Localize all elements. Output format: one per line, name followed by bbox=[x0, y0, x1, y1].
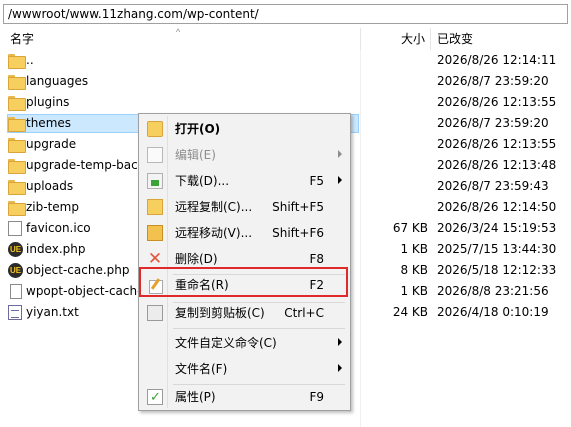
folder-icon bbox=[8, 116, 26, 132]
file-name: languages bbox=[26, 74, 89, 88]
file-modified: 2026/5/18 12:12:33 bbox=[437, 263, 557, 277]
file-name: object-cache.php bbox=[26, 263, 130, 277]
file-name: upgrade-temp-bac bbox=[26, 158, 138, 172]
file-size: 67 KB bbox=[392, 221, 428, 235]
file-name: themes bbox=[26, 116, 72, 130]
file-row[interactable]: plugins 2026/8/26 12:13:55 bbox=[0, 92, 571, 113]
file-icon bbox=[8, 284, 24, 299]
file-size: 8 KB bbox=[400, 263, 428, 277]
file-name: yiyan.txt bbox=[26, 305, 79, 319]
folder-icon bbox=[8, 200, 26, 216]
edit-icon bbox=[147, 147, 163, 163]
file-modified: 2026/8/7 23:59:43 bbox=[437, 179, 549, 193]
file-size: 1 KB bbox=[400, 284, 428, 298]
parent-folder-icon bbox=[8, 53, 26, 69]
file-size: 1 KB bbox=[400, 242, 428, 256]
file-modified: 2026/8/26 12:13:48 bbox=[437, 158, 557, 172]
php-file-icon: UE bbox=[8, 263, 24, 278]
file-name: favicon.ico bbox=[26, 221, 91, 235]
menu-item-edit[interactable]: 编辑(E) bbox=[141, 142, 348, 168]
folder-icon bbox=[8, 179, 26, 195]
file-name: upgrade bbox=[26, 137, 77, 151]
download-icon bbox=[147, 173, 163, 189]
folder-icon bbox=[8, 137, 26, 153]
file-row[interactable]: languages 2026/8/7 23:59:20 bbox=[0, 71, 571, 92]
path-bar[interactable]: /wwwroot/www.11zhang.com/wp-content/ bbox=[3, 4, 568, 24]
file-modified: 2026/4/18 0:10:19 bbox=[437, 305, 549, 319]
menu-item-custom-commands[interactable]: 文件自定义命令(C) bbox=[141, 330, 348, 356]
file-name: wpopt-object-cache bbox=[26, 284, 145, 298]
rename-highlight-box bbox=[139, 267, 348, 297]
submenu-arrow-icon bbox=[338, 176, 342, 184]
file-modified: 2026/8/26 12:13:55 bbox=[437, 137, 557, 151]
menu-item-file-names[interactable]: 文件名(F) bbox=[141, 356, 348, 382]
folder-icon bbox=[8, 95, 26, 111]
menu-item-remote-move[interactable]: 远程移动(V)... Shift+F6 bbox=[141, 220, 348, 246]
menu-item-open[interactable]: 打开(O) bbox=[141, 116, 348, 142]
file-modified: 2026/8/7 23:59:20 bbox=[437, 116, 549, 130]
menu-item-properties[interactable]: 属性(P) F9 bbox=[141, 384, 348, 410]
favicon-file-icon bbox=[8, 221, 24, 236]
open-icon bbox=[147, 121, 163, 137]
submenu-arrow-icon bbox=[338, 364, 342, 372]
file-modified: 2026/3/24 15:19:53 bbox=[437, 221, 557, 235]
file-name: plugins bbox=[26, 95, 70, 109]
file-name: .. bbox=[26, 53, 34, 67]
clipboard-icon bbox=[147, 305, 163, 321]
column-size-header[interactable]: 大小 bbox=[401, 28, 425, 50]
context-menu: 打开(O) 编辑(E) 下载(D)... F5 远程复制(C)... Shift… bbox=[138, 113, 351, 411]
file-row[interactable]: .. 2026/8/26 12:14:11 bbox=[0, 50, 571, 71]
remote-move-icon bbox=[147, 225, 163, 241]
file-name: index.php bbox=[26, 242, 86, 256]
menu-item-download[interactable]: 下载(D)... F5 bbox=[141, 168, 348, 194]
column-header: 名字 ^ 大小 已改变 bbox=[0, 28, 571, 50]
menu-item-copy-to-clipboard[interactable]: 复制到剪贴板(C) Ctrl+C bbox=[141, 300, 348, 326]
file-modified: 2025/7/15 13:44:30 bbox=[437, 242, 557, 256]
file-modified: 2026/8/26 12:13:55 bbox=[437, 95, 557, 109]
menu-item-remote-copy[interactable]: 远程复制(C)... Shift+F5 bbox=[141, 194, 348, 220]
column-modified-header[interactable]: 已改变 bbox=[437, 28, 473, 50]
submenu-arrow-icon bbox=[338, 338, 342, 346]
folder-icon bbox=[8, 74, 26, 90]
php-file-icon: UE bbox=[8, 242, 24, 257]
remote-copy-icon bbox=[147, 199, 163, 215]
file-modified: 2026/8/7 23:59:20 bbox=[437, 74, 549, 88]
submenu-arrow-icon bbox=[338, 150, 342, 158]
folder-icon bbox=[8, 158, 26, 174]
properties-icon bbox=[147, 389, 163, 405]
column-name-header[interactable]: 名字 bbox=[10, 28, 34, 50]
file-modified: 2026/8/26 12:14:50 bbox=[437, 200, 557, 214]
file-modified: 2026/8/26 12:14:11 bbox=[437, 53, 557, 67]
file-size: 24 KB bbox=[392, 305, 428, 319]
text-file-icon bbox=[8, 305, 24, 320]
file-name: zib-temp bbox=[26, 200, 79, 214]
file-name: uploads bbox=[26, 179, 74, 193]
file-modified: 2026/8/8 23:21:56 bbox=[437, 284, 549, 298]
delete-icon: ✕ bbox=[147, 249, 163, 268]
sort-ascending-icon: ^ bbox=[176, 27, 181, 37]
